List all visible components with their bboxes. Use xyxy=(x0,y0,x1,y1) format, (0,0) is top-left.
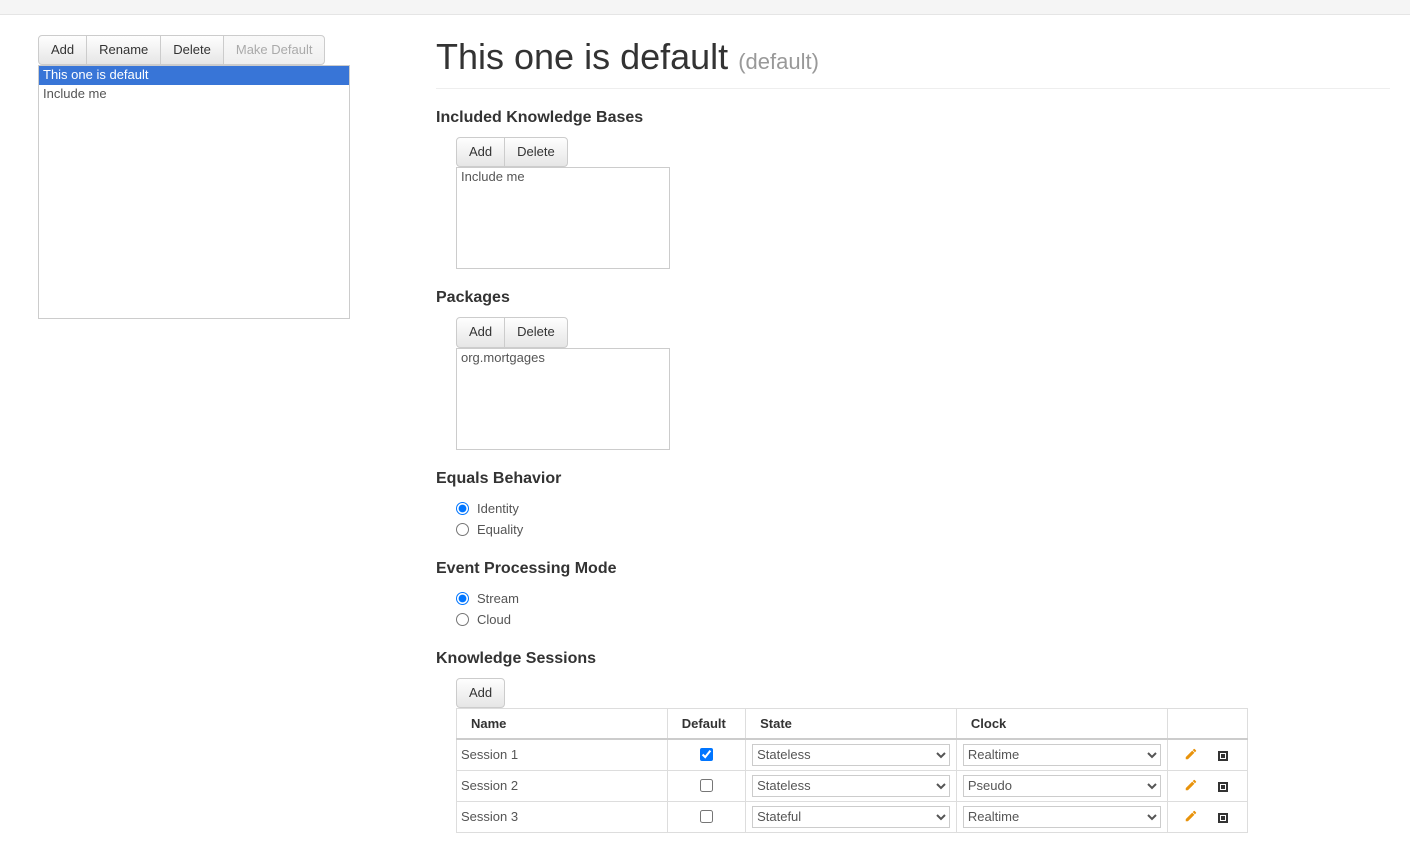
radio-input[interactable] xyxy=(456,592,469,605)
sessions-col-actions xyxy=(1167,708,1247,739)
session-state-cell: StatelessStateful xyxy=(746,739,957,771)
packages-delete-button[interactable]: Delete xyxy=(504,317,568,347)
page-title-text: This one is default xyxy=(436,36,728,77)
sessions-toolbar: Add xyxy=(456,678,505,708)
delete-icon[interactable] xyxy=(1214,778,1232,796)
equals-radio-group: Identity Equality xyxy=(436,498,1390,540)
session-name-cell: Session 1 xyxy=(457,739,668,771)
delete-button[interactable]: Delete xyxy=(160,35,224,65)
radio-input[interactable] xyxy=(456,613,469,626)
edit-icon[interactable] xyxy=(1182,776,1200,794)
packages-add-button[interactable]: Add xyxy=(456,317,505,347)
edit-icon[interactable] xyxy=(1182,807,1200,825)
session-clock-select[interactable]: RealtimePseudo xyxy=(963,744,1161,766)
included-kb-toolbar: Add Delete xyxy=(456,137,568,167)
session-actions-cell xyxy=(1167,739,1247,771)
session-name-cell: Session 2 xyxy=(457,770,668,801)
section-equals-title: Equals Behavior xyxy=(436,470,1390,488)
radio-option[interactable]: Stream xyxy=(456,588,1390,609)
table-row: Session 3 StatelessStateful RealtimePseudo xyxy=(457,801,1248,832)
list-item[interactable]: Include me xyxy=(39,85,349,104)
make-default-button[interactable]: Make Default xyxy=(223,35,326,65)
page-title: This one is default (default) xyxy=(436,35,1390,89)
top-bar xyxy=(0,0,1410,15)
page-subtitle: (default) xyxy=(738,49,819,74)
session-default-cell xyxy=(667,801,745,832)
session-clock-select[interactable]: RealtimePseudo xyxy=(963,775,1161,797)
section-packages-title: Packages xyxy=(436,289,1390,307)
sessions-col-name: Name xyxy=(457,708,668,739)
list-item[interactable]: This one is default xyxy=(39,66,349,85)
session-name-cell: Session 3 xyxy=(457,801,668,832)
session-state-cell: StatelessStateful xyxy=(746,770,957,801)
session-state-select[interactable]: StatelessStateful xyxy=(752,775,950,797)
session-state-cell: StatelessStateful xyxy=(746,801,957,832)
sessions-table: Name Default State Clock Session 1 Statel… xyxy=(456,708,1248,833)
session-actions-cell xyxy=(1167,770,1247,801)
list-item[interactable]: org.mortgages xyxy=(457,349,669,368)
section-sessions-title: Knowledge Sessions xyxy=(436,650,1390,668)
delete-icon[interactable] xyxy=(1214,809,1232,827)
session-default-checkbox[interactable] xyxy=(700,810,713,823)
radio-label: Identity xyxy=(477,501,519,516)
radio-label: Cloud xyxy=(477,612,511,627)
session-clock-select[interactable]: RealtimePseudo xyxy=(963,806,1161,828)
session-default-checkbox[interactable] xyxy=(700,748,713,761)
session-state-select[interactable]: StatelessStateful xyxy=(752,744,950,766)
sessions-col-default: Default xyxy=(667,708,745,739)
event-mode-radio-group: Stream Cloud xyxy=(436,588,1390,630)
session-clock-cell: RealtimePseudo xyxy=(956,770,1167,801)
session-default-cell xyxy=(667,739,745,771)
section-event-mode-title: Event Processing Mode xyxy=(436,560,1390,578)
add-button[interactable]: Add xyxy=(38,35,87,65)
session-clock-cell: RealtimePseudo xyxy=(956,801,1167,832)
session-actions-cell xyxy=(1167,801,1247,832)
radio-input[interactable] xyxy=(456,502,469,515)
session-default-cell xyxy=(667,770,745,801)
sessions-col-state: State xyxy=(746,708,957,739)
included-kb-delete-button[interactable]: Delete xyxy=(504,137,568,167)
session-default-checkbox[interactable] xyxy=(700,779,713,792)
packages-toolbar: Add Delete xyxy=(456,317,568,347)
included-kb-add-button[interactable]: Add xyxy=(456,137,505,167)
sessions-col-clock: Clock xyxy=(956,708,1167,739)
section-included-kb-title: Included Knowledge Bases xyxy=(436,109,1390,127)
list-item[interactable]: Include me xyxy=(457,168,669,187)
radio-input[interactable] xyxy=(456,523,469,536)
rename-button[interactable]: Rename xyxy=(86,35,161,65)
radio-option[interactable]: Cloud xyxy=(456,609,1390,630)
radio-label: Stream xyxy=(477,591,519,606)
edit-icon[interactable] xyxy=(1182,745,1200,763)
table-row: Session 1 StatelessStateful RealtimePseudo xyxy=(457,739,1248,771)
kb-toolbar: Add Rename Delete Make Default xyxy=(38,35,325,65)
radio-label: Equality xyxy=(477,522,523,537)
radio-option[interactable]: Identity xyxy=(456,498,1390,519)
kb-listbox[interactable]: This one is defaultInclude me xyxy=(38,65,350,319)
packages-listbox[interactable]: org.mortgages xyxy=(456,348,670,450)
session-clock-cell: RealtimePseudo xyxy=(956,739,1167,771)
sessions-add-button[interactable]: Add xyxy=(456,678,505,708)
included-kb-listbox[interactable]: Include me xyxy=(456,167,670,269)
radio-option[interactable]: Equality xyxy=(456,519,1390,540)
session-state-select[interactable]: StatelessStateful xyxy=(752,806,950,828)
table-row: Session 2 StatelessStateful RealtimePseudo xyxy=(457,770,1248,801)
delete-icon[interactable] xyxy=(1214,747,1232,765)
